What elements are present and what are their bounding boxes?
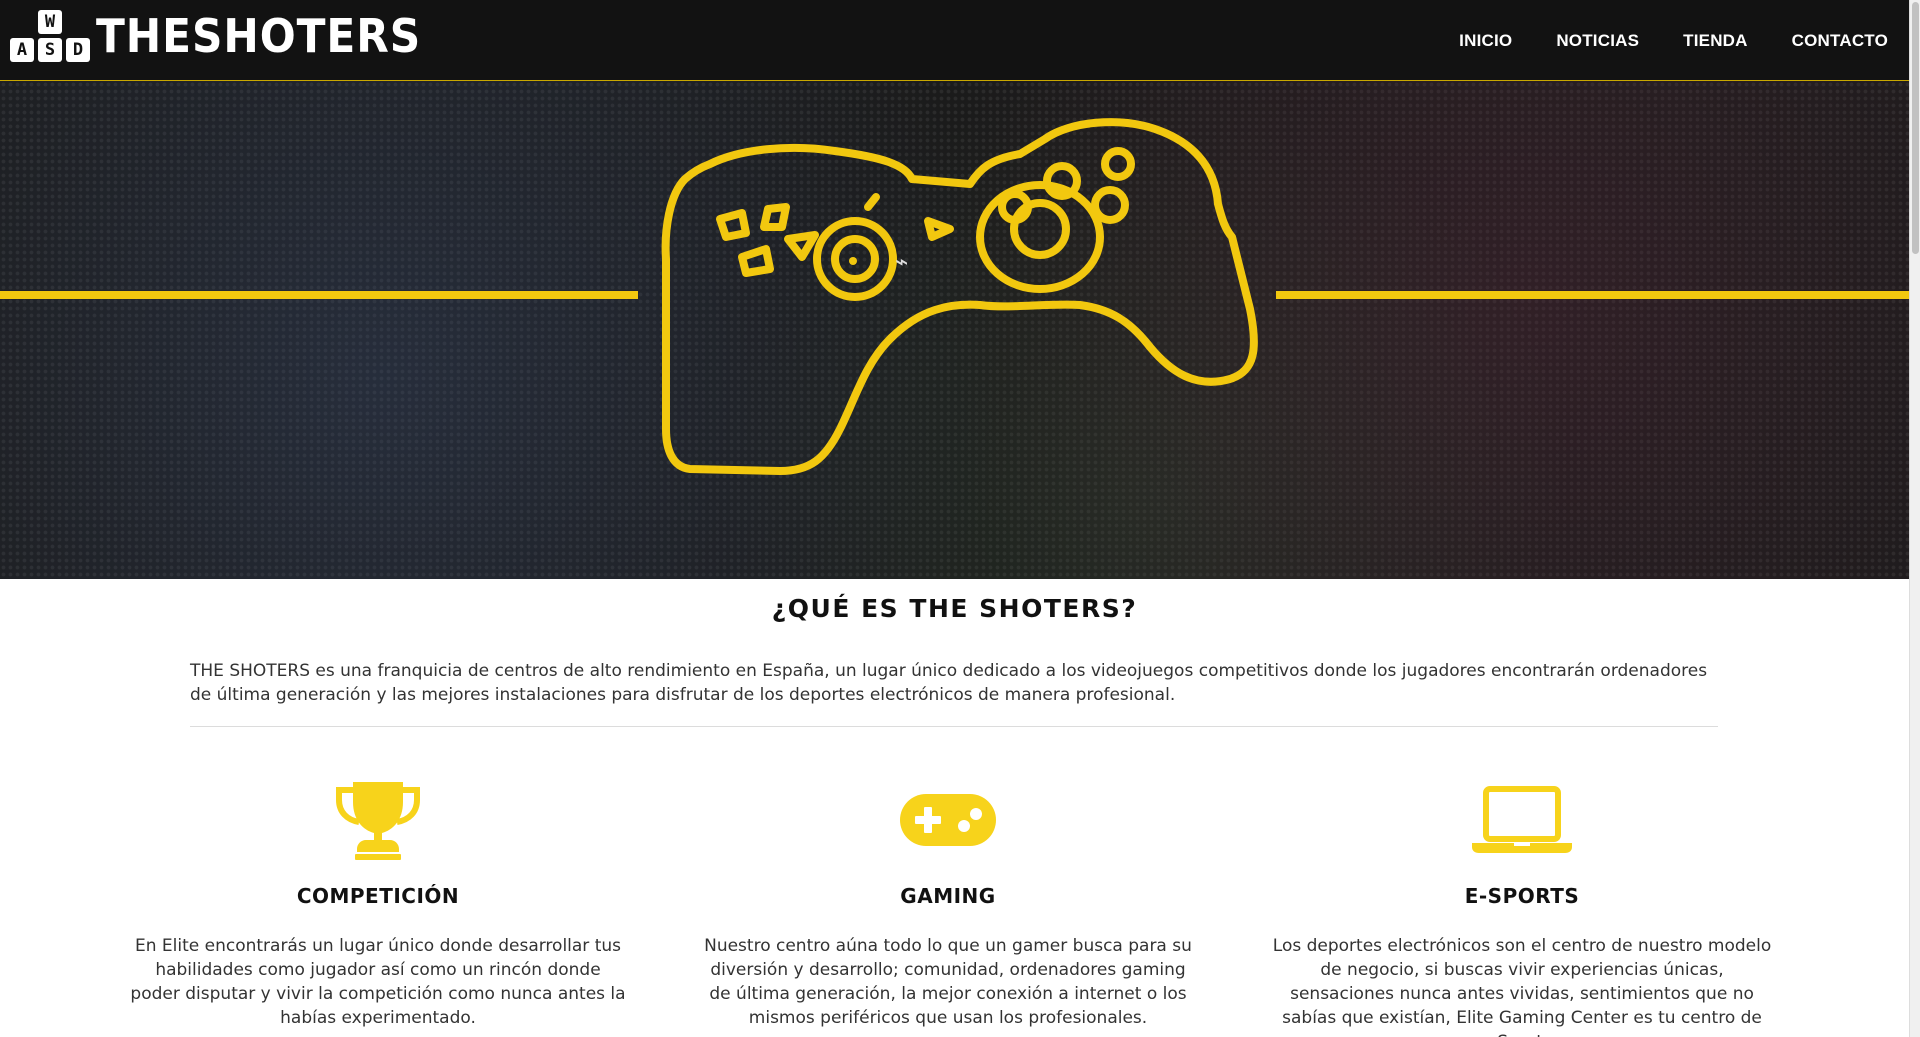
key-a: A — [10, 38, 34, 62]
key-d: D — [66, 38, 90, 62]
laptop-icon — [1472, 786, 1572, 853]
site-logo[interactable]: W A S D THESHOTERS — [10, 10, 449, 62]
feature-title: COMPETICIÓN — [296, 884, 460, 908]
feature-esports: E-SPORTS Los deportes electrónicos son e… — [1262, 776, 1782, 1037]
nav-noticias[interactable]: NOTICIAS — [1556, 31, 1639, 51]
site-header: W A S D THESHOTERS INICIO NOTICIAS TIEND… — [0, 0, 1909, 81]
key-s: S — [38, 38, 62, 62]
logo-wordmark: THESHOTERS — [96, 9, 422, 63]
key-w: W — [38, 10, 62, 34]
about-text: THE SHOTERS es una franquicia de centros… — [190, 661, 1708, 705]
nav-contacto[interactable]: CONTACTO — [1792, 31, 1888, 51]
feature-gaming: GAMING Nuestro centro aúna todo lo que u… — [688, 776, 1208, 1030]
ps-logo-mark: ⌁ — [895, 250, 908, 275]
main-nav: INICIO NOTICIAS TIENDA CONTACTO — [1459, 0, 1888, 81]
gamepad-outline-icon: ⌁ — [661, 118, 1258, 475]
hero-banner: ⌁ — [0, 81, 1909, 579]
feature-title: E-SPORTS — [1464, 884, 1580, 908]
feature-text: En Elite encontrarás un lugar único dond… — [130, 936, 626, 1028]
feature-text: Los deportes electrónicos son el centro … — [1272, 936, 1772, 1037]
section-divider — [190, 726, 1718, 727]
page-scrollbar[interactable] — [1909, 0, 1920, 1037]
nav-inicio[interactable]: INICIO — [1459, 31, 1512, 51]
about-title: ¿QUÉ ES THE SHOTERS? — [771, 594, 1138, 623]
feature-competicion: COMPETICIÓN En Elite encontrarás un luga… — [118, 776, 638, 1030]
hero-accent-line-left — [0, 291, 638, 299]
feature-text: Nuestro centro aúna todo lo que un gamer… — [704, 936, 1192, 1028]
wasd-keys-logo: W A S D — [10, 10, 90, 62]
nav-tienda[interactable]: TIENDA — [1683, 31, 1747, 51]
hero-accent-line-right — [1276, 291, 1909, 299]
scrollbar-thumb[interactable] — [1912, 2, 1919, 254]
trophy-icon — [336, 782, 420, 860]
gamepad-icon — [900, 794, 996, 846]
feature-title: GAMING — [900, 884, 996, 908]
